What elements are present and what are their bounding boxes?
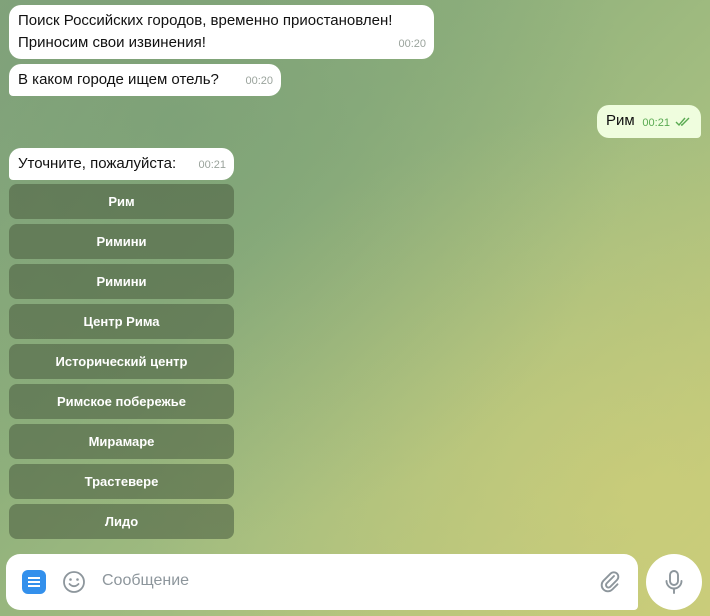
message-text: В каком городе ищем отель? [18,71,219,88]
attach-button[interactable] [596,568,624,596]
incoming-message: В каком городе ищем отель? 00:20 [9,64,281,96]
message-line: Поиск Российских городов, временно приос… [18,12,393,29]
message-line: Приносим свои извинения! [18,34,206,51]
message-time: 00:21 [642,117,670,129]
message-composer: Сообщение [6,554,638,610]
keyboard-button[interactable]: Исторический центр [9,344,234,379]
paperclip-icon [600,571,620,593]
message-text: Рим [606,112,635,129]
microphone-icon [665,570,683,594]
double-check-icon [675,117,690,127]
keyboard-button[interactable]: Рим [9,184,234,219]
message-time: 00:20 [245,75,273,87]
incoming-message: Поиск Российских городов, временно приос… [9,5,434,59]
message-status: 00:21 [642,112,691,134]
keyboard-button[interactable]: Римское побережье [9,384,234,419]
message-input[interactable]: Сообщение [102,572,189,590]
emoji-button[interactable] [61,569,87,595]
emoji-icon [63,571,85,593]
keyboard-button[interactable]: Римини [9,224,234,259]
incoming-message: Уточните, пожалуйста: 00:21 [9,148,234,180]
menu-button[interactable] [22,570,46,594]
keyboard-button[interactable]: Центр Рима [9,304,234,339]
outgoing-message: Рим 00:21 [597,105,701,138]
keyboard-button[interactable]: Трастевере [9,464,234,499]
message-time: 00:20 [398,38,426,50]
message-time: 00:21 [198,159,226,171]
message-text: Уточните, пожалуйста: [18,155,177,172]
keyboard-button[interactable]: Мирамаре [9,424,234,459]
microphone-button[interactable] [646,554,702,610]
menu-icon [28,577,40,587]
keyboard-button[interactable]: Римини [9,264,234,299]
keyboard-button[interactable]: Лидо [9,504,234,539]
